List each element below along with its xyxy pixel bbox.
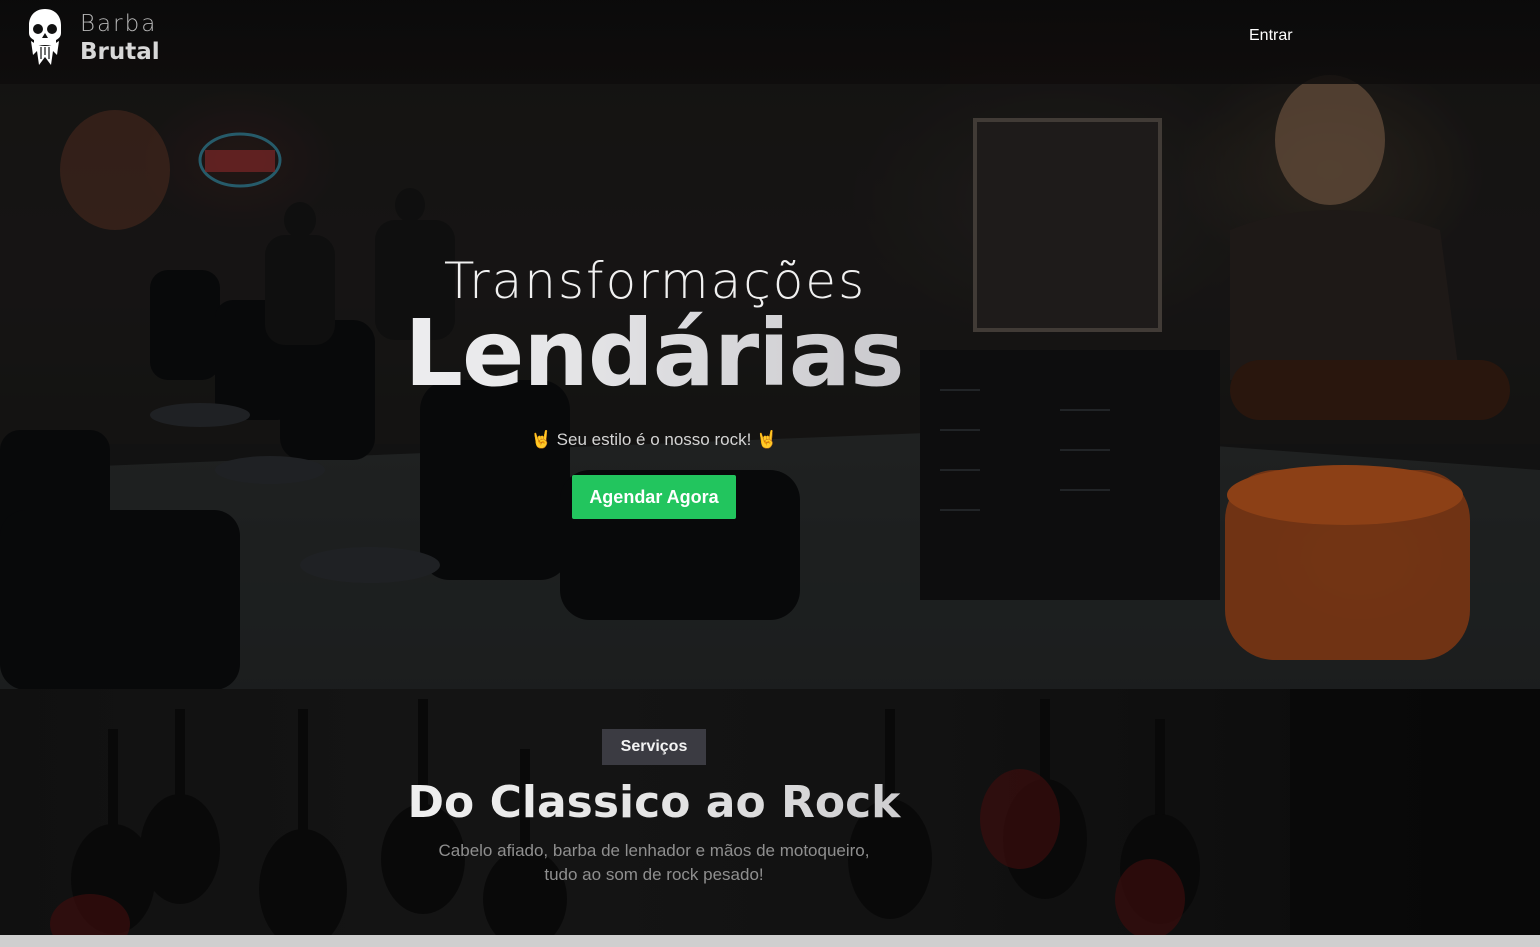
rock-hand-icon: 🤘 xyxy=(756,430,778,449)
services-title: Do Classico ao Rock xyxy=(0,777,1308,828)
hero-tagline-text: Seu estilo é o nosso rock! xyxy=(556,430,752,449)
hero-tagline: 🤘 Seu estilo é o nosso rock! 🤘 xyxy=(0,430,1308,450)
services-subtitle: Cabelo afiado, barba de lenhador e mãos … xyxy=(0,839,1308,887)
services-section: Serviços Do Classico ao Rock Cabelo afia… xyxy=(0,689,1540,935)
site-header: Barba Brutal Entrar xyxy=(0,0,1540,84)
brand-name: Barba Brutal xyxy=(80,10,160,66)
hero-content: Transformações Lendárias 🤘 Seu estilo é … xyxy=(0,0,1540,689)
rock-hand-icon: 🤘 xyxy=(530,430,552,449)
brand-name-top: Barba xyxy=(80,11,158,37)
brand-logo[interactable]: Barba Brutal xyxy=(26,7,160,69)
hero-title-line2: Lendárias xyxy=(0,300,1308,407)
services-subtitle-line2: tudo ao som de rock pesado! xyxy=(544,865,764,884)
login-link[interactable]: Entrar xyxy=(1249,27,1293,45)
brand-name-bottom: Brutal xyxy=(80,39,160,65)
bearded-skull-icon xyxy=(29,9,61,65)
hero-section: Transformações Lendárias 🤘 Seu estilo é … xyxy=(0,0,1540,689)
horizontal-scrollbar[interactable] xyxy=(0,935,1540,947)
services-badge: Serviços xyxy=(602,729,706,765)
book-now-button[interactable]: Agendar Agora xyxy=(572,475,736,519)
services-subtitle-line1: Cabelo afiado, barba de lenhador e mãos … xyxy=(438,841,870,860)
